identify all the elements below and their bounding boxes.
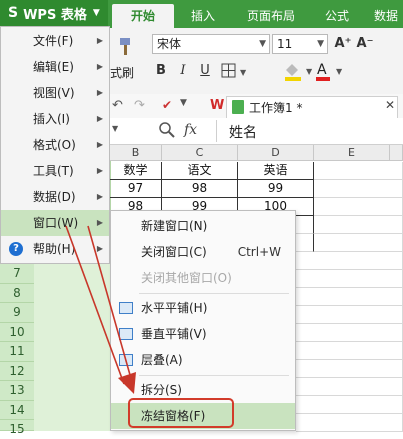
annotation-arrow	[65, 225, 136, 394]
